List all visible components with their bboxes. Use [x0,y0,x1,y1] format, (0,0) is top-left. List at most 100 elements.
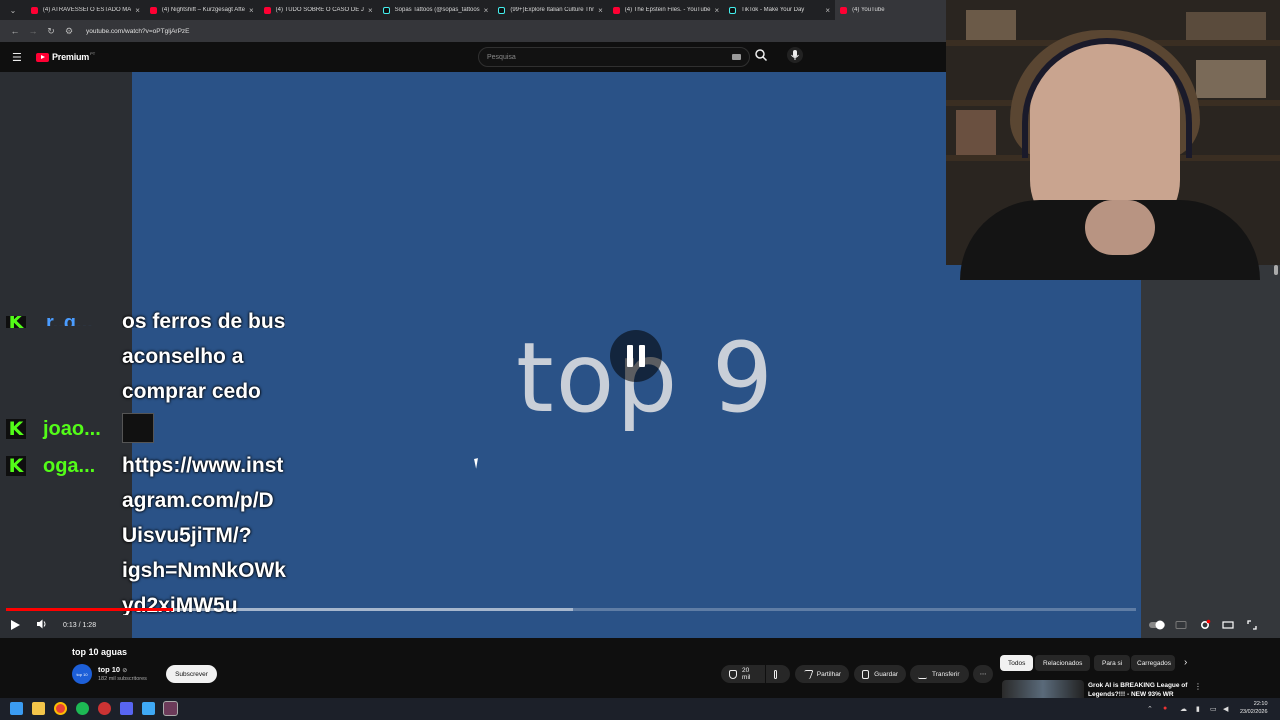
logo-country-code: PT [90,50,96,56]
back-icon[interactable]: ← [6,26,24,36]
site-info-icon[interactable]: ⚙ [60,26,78,37]
browser-app-icon[interactable] [98,702,111,715]
windows-taskbar [0,698,1280,720]
subtitles-icon[interactable] [1175,619,1187,631]
tray-cloud-icon[interactable]: ☁ [1180,705,1187,713]
chat-overlay: K r..g... os ferros de bus aconselho a c… [0,310,310,615]
tab-close-icon[interactable]: × [135,6,140,15]
like-button[interactable]: 20 mil [721,665,765,683]
url-text[interactable]: youtube.com/watch?v=oPTgljArPzE [86,28,190,35]
tray-chevron-icon[interactable]: ⌃ [1147,705,1153,713]
channel-avatar[interactable]: top 10 [72,664,92,684]
books [1196,60,1266,98]
tab-label: (4) Nightshift – Kurzgesagt Afte [161,7,245,13]
page-scrollbar[interactable] [1274,265,1278,275]
kick-badge-icon: K [6,418,26,440]
settings-gear-icon[interactable] [1199,619,1211,631]
spotify-icon[interactable] [76,702,89,715]
more-vertical-icon[interactable]: ⋮ [1194,682,1202,691]
tab-close-icon[interactable]: × [825,6,830,15]
share-button[interactable]: Partilhar [795,665,849,683]
tray-network-icon[interactable]: ▭ [1210,705,1217,713]
tab-label: (4) ATRAVESSEI O ESTADO MAIS [42,7,132,13]
chip-uploads[interactable]: Carregados [1131,655,1175,671]
chevron-right-icon[interactable]: › [1184,657,1187,668]
subscriber-count: 182 mil subscritores [98,676,147,682]
tiktok-favicon-icon [382,6,390,14]
browser-tab[interactable]: (99+)Explore Italian Culture Thr × [493,0,607,20]
channel-name[interactable]: top 10 ⊘ [98,665,127,674]
youtube-favicon-icon [612,6,620,14]
bookmark-icon [862,669,870,679]
chat-message-line: https://www.inst [122,454,284,477]
file-explorer-icon[interactable] [32,702,45,715]
hamburger-menu-icon[interactable]: ☰ [12,51,24,64]
chat-message-line: aconselho a [122,345,244,368]
subscribe-button[interactable]: Subscrever [166,665,217,683]
browser-tab[interactable]: (4) The Epstein Files. - YouTube × [608,0,724,20]
video-title: top 10 aguas [72,647,128,657]
chip-related[interactable]: Relacionados [1035,655,1091,671]
browser-tab[interactable]: (4) TUDO SOBRE O CASO DE JE × [259,0,378,20]
tab-close-icon[interactable]: × [715,6,720,15]
browser-tab[interactable]: (4) Nightshift – Kurzgesagt Afte × [145,0,259,20]
pause-indicator-icon[interactable] [610,330,662,382]
streaming-app-icon[interactable] [163,701,178,716]
microphone-icon[interactable] [787,47,803,63]
download-button[interactable]: Transferir [910,665,969,683]
browser-tab[interactable]: (4) ATRAVESSEI O ESTADO MAIS × [26,0,145,20]
fullscreen-icon[interactable] [1246,619,1258,631]
discord-icon[interactable] [120,702,133,715]
autoplay-toggle-icon[interactable] [1148,619,1166,631]
tab-close-icon[interactable]: × [484,6,489,15]
browser-tab[interactable]: Sopas Tattoos (@sopas_tattoos × [378,0,494,20]
tab-label: (4) The Epstein Files. - YouTube [624,7,711,13]
recommended-video-thumbnail[interactable] [1002,680,1084,700]
youtube-logo[interactable]: Premium PT [36,50,96,62]
theater-mode-icon[interactable] [1222,619,1234,631]
chat-message-line: comprar cedo [122,380,261,403]
address-bar: ← → ↻ ⚙ youtube.com/watch?v=oPTgljArPzE [0,20,946,42]
search-input[interactable]: Pesquisa [478,47,750,67]
play-icon[interactable] [11,620,20,630]
browser-tab[interactable]: TikTok - Make Your Day × [724,0,835,20]
system-clock[interactable]: 22:10 23/02/2026 [1240,700,1268,716]
youtube-favicon-icon [149,6,157,14]
windows-start-icon[interactable] [10,702,23,715]
chat-message-line: Uisvu5jiTM/? [122,524,252,547]
volume-icon[interactable] [36,618,48,630]
search-icon[interactable] [754,48,768,62]
youtube-play-icon [36,52,49,62]
chat-emote-image [122,413,154,443]
youtube-favicon-icon [263,6,271,14]
notes-app-icon[interactable] [142,702,155,715]
like-count: 20 mil [742,667,751,681]
channel-name-text: top 10 [98,665,121,674]
tray-app-icon[interactable]: ● [1163,705,1167,712]
tab-close-icon[interactable]: × [598,6,603,15]
more-actions-button[interactable]: ⋯ [973,665,993,683]
youtube-favicon-icon [30,6,38,14]
reload-icon[interactable]: ↻ [42,26,60,37]
share-label: Partilhar [816,670,841,678]
books [956,110,996,155]
download-icon [918,670,927,679]
tray-volume-icon[interactable]: ◀ [1223,705,1228,713]
thumbs-up-icon [729,669,738,679]
tiktok-favicon-icon [498,6,506,14]
browser-tab-active[interactable]: (4) YouTube [835,0,946,20]
tab-close-icon[interactable]: × [368,6,373,15]
tab-close-icon[interactable]: × [249,6,254,15]
tab-search-icon[interactable]: ⌄ [0,0,26,20]
keyboard-icon[interactable] [732,54,741,60]
clock-date: 23/02/2026 [1240,709,1268,715]
chip-all[interactable]: Todos [1000,655,1034,671]
forward-icon[interactable]: → [24,26,42,36]
dislike-button[interactable] [766,665,790,683]
screen: ⌄ (4) ATRAVESSEI O ESTADO MAIS × (4) Nigh… [0,0,1280,720]
search-placeholder: Pesquisa [487,53,516,61]
tray-mic-icon[interactable]: ▮ [1196,705,1200,713]
chip-for-you[interactable]: Para si [1094,655,1131,671]
chrome-icon[interactable] [54,702,67,715]
save-button[interactable]: Guardar [854,665,906,683]
